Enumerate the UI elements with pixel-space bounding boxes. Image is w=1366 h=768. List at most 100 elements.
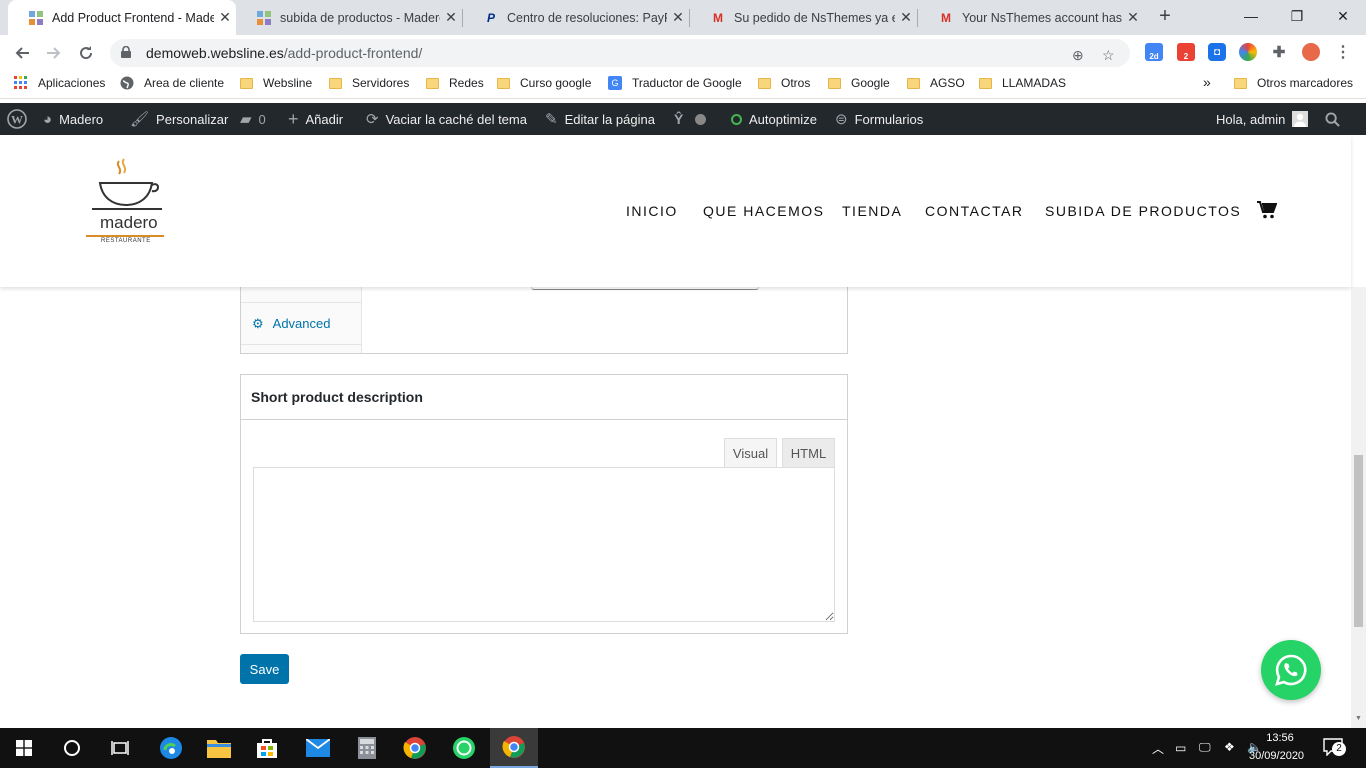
nav-tienda[interactable]: TIENDA (842, 203, 902, 219)
gear-icon: ⚙ (252, 315, 264, 331)
color-picker-extension-icon[interactable] (1239, 43, 1257, 61)
folder-icon (907, 77, 920, 89)
scrollbar-thumb[interactable] (1354, 455, 1363, 627)
forward-arrow-icon[interactable] (40, 39, 68, 67)
tab-advanced[interactable]: ⚙ Advanced (241, 303, 361, 344)
bookmark-aplicaciones[interactable]: Aplicaciones (14, 76, 105, 90)
tab-paypal[interactable]: P Centro de resoluciones: PayPal ✕ (463, 0, 689, 35)
yoast-seo-icon[interactable]: Ŷ (674, 103, 707, 135)
adminbar-site-name[interactable]: ◕ Madero (43, 103, 103, 135)
adminbar-my-account[interactable]: Hola, admin (1216, 103, 1309, 135)
cart-icon[interactable] (1257, 201, 1278, 224)
close-tab-icon[interactable]: ✕ (667, 9, 689, 26)
tab-gmail-pedido[interactable]: M Su pedido de NsThemes ya est ✕ (690, 0, 917, 35)
mail-extension-icon[interactable]: 2 (1177, 43, 1195, 61)
notifications-icon[interactable]: 2 (1323, 738, 1347, 758)
dropbox-icon[interactable]: ❖ (1224, 740, 1235, 754)
short-description-textarea[interactable] (253, 467, 835, 622)
nav-contactar[interactable]: CONTACTAR (925, 203, 1024, 219)
tab-html[interactable]: HTML (782, 438, 835, 467)
file-explorer-icon[interactable] (195, 728, 243, 768)
nav-que-hacemos[interactable]: QUE HACEMOS (703, 203, 825, 219)
adminbar-search-icon[interactable] (1325, 103, 1340, 135)
reload-icon[interactable] (72, 39, 100, 67)
adminbar-clear-cache[interactable]: ⟳ Vaciar la caché del tema (366, 103, 527, 135)
search-circle-icon[interactable] (48, 728, 96, 768)
bookmark-redes[interactable]: Redes (426, 76, 484, 90)
restore-icon[interactable]: ❐ (1274, 0, 1320, 32)
tab-subida-de-productos[interactable]: subida de productos - Madero ✕ (236, 0, 462, 35)
windows-start-icon[interactable] (0, 728, 48, 768)
tab-add-product-frontend[interactable]: Add Product Frontend - Made ✕ (8, 0, 236, 35)
tab-visual[interactable]: Visual (724, 438, 777, 467)
close-tab-icon[interactable]: ✕ (895, 9, 917, 26)
scroll-down-arrow-icon[interactable]: ▼ (1355, 715, 1362, 722)
task-view-icon[interactable] (96, 728, 144, 768)
adminbar-add-new[interactable]: + Añadir (288, 103, 343, 135)
bookmark-label: Area de cliente (144, 76, 225, 90)
autoptimize-status-icon (731, 113, 742, 125)
bookmark-traductor-de-google[interactable]: G Traductor de Google (608, 76, 742, 90)
tray-chevron-up-icon[interactable]: ︿ (1152, 740, 1164, 757)
site-favicon-icon (28, 10, 44, 26)
bookmark-google[interactable]: Google (828, 76, 890, 90)
clock-date[interactable]: 30/09/2020 (1249, 750, 1304, 762)
bookmark-star-icon[interactable]: ☆ (1102, 47, 1115, 64)
save-button[interactable]: Save (240, 654, 289, 684)
bookmark-servidores[interactable]: Servidores (329, 76, 409, 90)
add-circle-icon[interactable]: ⊕ (1072, 47, 1084, 64)
close-tab-icon[interactable]: ✕ (1122, 9, 1144, 26)
bookmark-otros-marcadores[interactable]: Otros marcadores (1234, 76, 1353, 90)
bookmark-agso[interactable]: AGSO (907, 76, 965, 90)
bookmark-otros[interactable]: Otros (758, 76, 810, 90)
page-content: ⚙ Advanced Short product description Vis… (0, 287, 1351, 728)
bookmark-label: Google (851, 76, 890, 90)
notifications-count: 2 (1332, 742, 1346, 756)
panel-field[interactable] (531, 287, 759, 290)
bookmark-websline[interactable]: Websline (240, 76, 312, 90)
nav-subida-de-productos[interactable]: SUBIDA DE PRODUCTOS (1045, 203, 1241, 219)
address-bar[interactable]: demoweb.websline.es/add-product-frontend… (110, 39, 1130, 67)
back-arrow-icon[interactable] (8, 39, 36, 67)
nav-inicio[interactable]: INICIO (626, 203, 678, 219)
close-window-icon[interactable]: ✕ (1320, 0, 1366, 32)
bookmark-area-de-cliente[interactable]: Area de cliente (120, 76, 224, 90)
close-tab-icon[interactable]: ✕ (214, 9, 236, 26)
tab-gmail-account[interactable]: M Your NsThemes account has be ✕ (918, 0, 1144, 35)
mail-icon[interactable] (294, 728, 342, 768)
close-tab-icon[interactable]: ✕ (440, 9, 462, 26)
folder-icon (329, 77, 342, 89)
adminbar-autoptimize[interactable]: Autoptimize (731, 103, 817, 135)
adminbar-customize[interactable]: 🖌 Personalizar (130, 103, 228, 135)
logo-subtitle: RESTAURANTE (101, 238, 151, 244)
whatsapp-chat-button[interactable] (1261, 640, 1321, 700)
adminbar-forms[interactable]: ⊜ Formularios (835, 103, 923, 135)
new-tab-button[interactable]: + (1152, 5, 1178, 29)
chat-extension-icon[interactable]: ◘ (1208, 43, 1226, 61)
store-bag-icon[interactable] (243, 728, 291, 768)
page-scrollbar[interactable]: ▼ (1351, 287, 1366, 728)
wordpress-logo-icon[interactable]: W (7, 103, 27, 135)
network-icon[interactable]: 🖵 (1199, 740, 1211, 755)
bookmarks-overflow-button[interactable]: » (1203, 74, 1211, 90)
calculator-icon[interactable] (343, 728, 391, 768)
battery-icon[interactable]: ▭ (1175, 741, 1186, 755)
chrome-icon[interactable] (391, 728, 439, 768)
adminbar-comments-count: 0 (258, 111, 266, 127)
adminbar-autoptimize-label: Autoptimize (749, 111, 817, 127)
bookmark-llamadas[interactable]: LLAMADAS (979, 76, 1066, 90)
chrome-active-icon[interactable] (490, 728, 538, 768)
menu-kebab-icon[interactable]: ⋮ (1334, 43, 1352, 61)
adminbar-edit-page[interactable]: ✎ Editar la página (545, 103, 655, 135)
adminbar-comments[interactable]: ▰ 0 (240, 103, 266, 135)
site-logo[interactable]: madero RESTAURANTE (86, 157, 168, 249)
profile-avatar-icon[interactable] (1302, 43, 1320, 61)
whatsapp-desktop-icon[interactable] (440, 728, 488, 768)
edge-browser-icon[interactable] (147, 728, 195, 768)
minimize-icon[interactable]: — (1228, 0, 1274, 32)
url-host: demoweb.websline.es (146, 45, 284, 61)
extensions-puzzle-icon[interactable]: ✚ (1270, 43, 1288, 61)
calendar-extension-icon[interactable]: 2d (1145, 43, 1163, 61)
clock-time[interactable]: 13:56 (1266, 732, 1294, 744)
bookmark-curso-google[interactable]: Curso google (497, 76, 591, 90)
